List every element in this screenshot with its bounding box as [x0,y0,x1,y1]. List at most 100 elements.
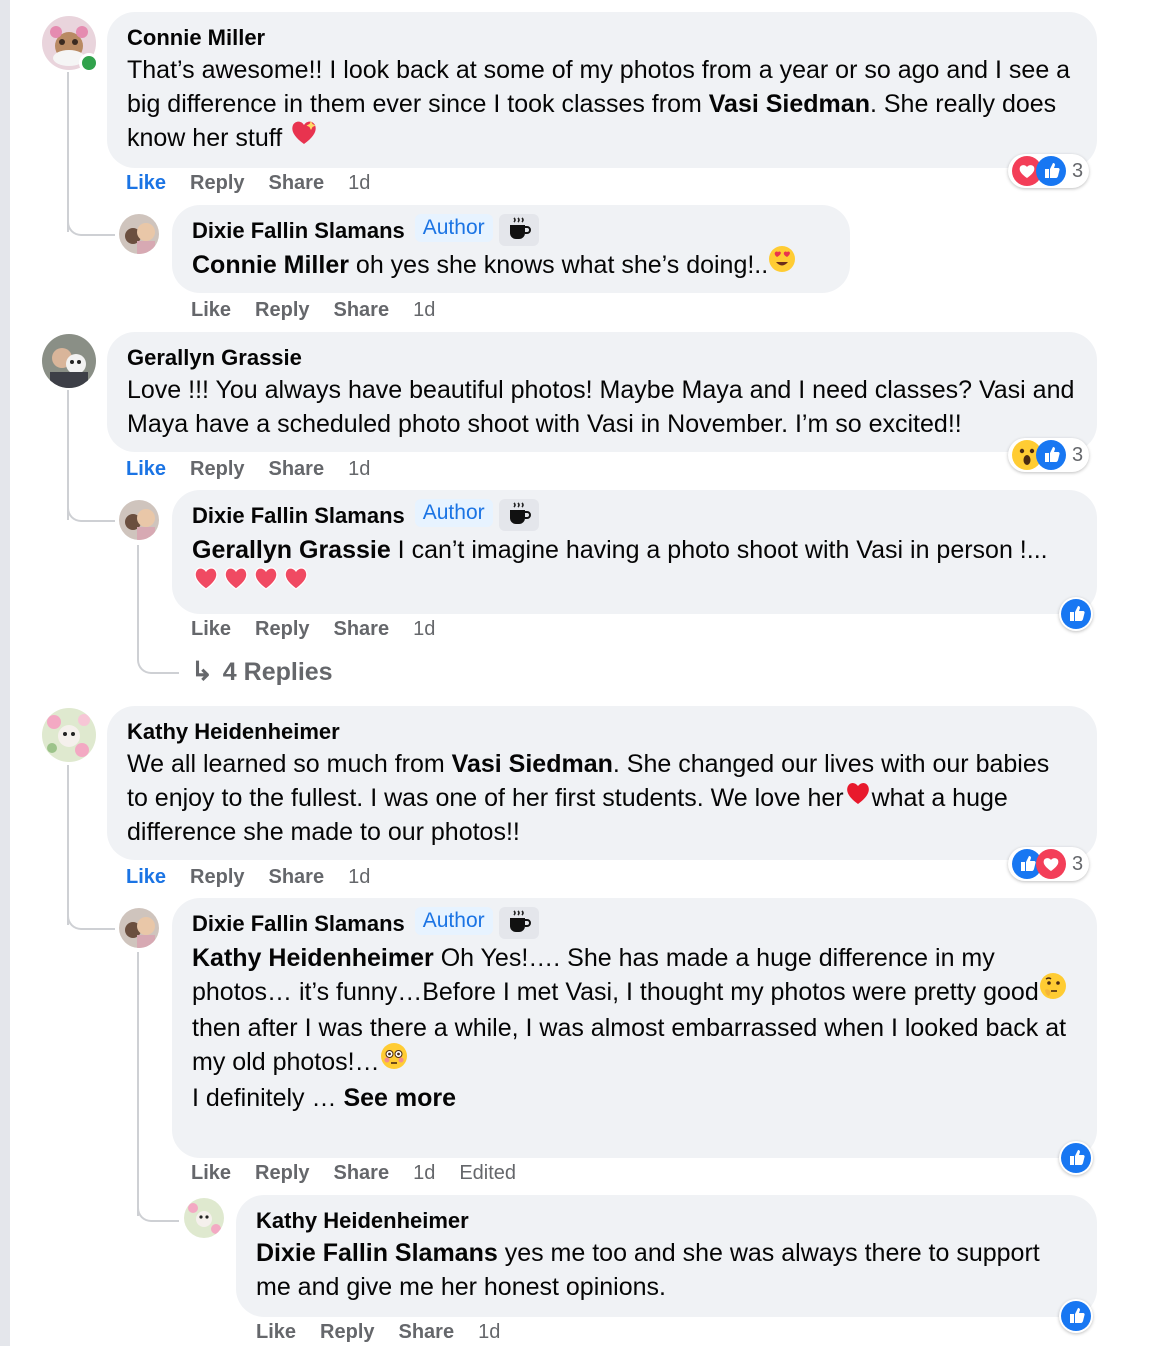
reaction-summary[interactable] [1059,597,1093,631]
mention-link[interactable]: Connie Miller [192,251,349,279]
comment-text: Kathy Heidenheimer Oh Yes!…. She has mad… [192,941,1077,1009]
comment-text: Gerallyn Grassie I can’t imagine having … [192,533,1077,601]
comment-text: Dixie Fallin Slamans yes me too and she … [256,1236,1077,1304]
reply-arrow-icon: ↳ [191,656,213,686]
like-button[interactable]: Like [126,172,166,195]
reply-button[interactable]: Reply [190,866,244,889]
timestamp[interactable]: 1d [348,458,370,481]
avatar[interactable] [42,708,96,762]
sparkling-heart-icon [289,117,319,156]
heart-eyes-icon [768,245,796,282]
commenter-name[interactable]: Kathy Heidenheimer [256,1208,469,1234]
share-button[interactable]: Share [269,172,325,195]
like-button[interactable]: Like [191,299,231,322]
reply-bubble: Kathy Heidenheimer Dixie Fallin Slamans … [236,1195,1097,1317]
thread-curve [67,904,115,930]
thread-curve [137,648,179,674]
timestamp[interactable]: 1d [348,172,370,195]
timestamp[interactable]: 1d [348,866,370,889]
comment-bubble: Gerallyn Grassie Love !!! You always hav… [107,332,1097,452]
reply-button[interactable]: Reply [255,1162,309,1185]
thread-line [67,765,69,925]
left-edge-bar [0,0,10,1346]
commenter-name[interactable]: Connie Miller [127,25,265,51]
comment-actions: Like Reply Share 1d [191,618,459,641]
comment-text-part: then after I was there a while, I was al… [192,1014,1067,1076]
timestamp[interactable]: 1d [413,299,435,322]
reply-button[interactable]: Reply [255,618,309,641]
commenter-name[interactable]: Dixie Fallin Slamans [192,503,405,529]
comment-actions: Like Reply Share 1d [126,458,394,481]
comment-text-part: I definitely … [192,1084,344,1112]
like-button[interactable]: Like [256,1321,296,1344]
comment-actions: Like Reply Share 1d [126,866,394,889]
like-reaction-icon [1061,1143,1091,1173]
mention-link[interactable]: Dixie Fallin Slamans [256,1239,498,1267]
like-button[interactable]: Like [126,866,166,889]
mention-link[interactable]: Vasi Siedman [709,90,870,118]
thinking-face-icon [1039,972,1067,1009]
comment-bubble: Kathy Heidenheimer We all learned so muc… [107,706,1097,860]
reaction-summary[interactable] [1059,1141,1093,1175]
thread-line [137,952,139,1216]
reaction-count: 3 [1072,443,1084,466]
commenter-name[interactable]: Dixie Fallin Slamans [192,218,405,244]
reaction-summary[interactable] [1059,1299,1093,1333]
like-reaction-icon [1061,1301,1091,1331]
avatar[interactable] [119,908,159,948]
timestamp[interactable]: 1d [478,1321,500,1344]
comment-text: We all learned so much from Vasi Siedman… [127,747,1077,849]
view-replies-link[interactable]: ↳ 4 Replies [191,656,333,687]
comment-actions: Like Reply Share 1d [126,172,394,195]
red-heart-icon [844,778,872,815]
avatar[interactable] [119,500,159,540]
thread-line [137,545,139,655]
share-button[interactable]: Share [334,299,390,322]
thread-curve [137,1196,179,1222]
see-more-link[interactable]: See more [343,1084,456,1112]
like-button[interactable]: Like [191,618,231,641]
comment-text: Love !!! You always have beautiful photo… [127,376,1075,438]
avatar[interactable] [119,214,159,254]
commenter-name[interactable]: Dixie Fallin Slamans [192,911,405,937]
timestamp[interactable]: 1d [413,1162,435,1185]
reaction-summary[interactable]: 3 [1008,438,1090,472]
reaction-summary[interactable]: 3 [1008,154,1090,188]
avatar[interactable] [184,1198,224,1238]
share-button[interactable]: Share [334,1162,390,1185]
like-button[interactable]: Like [126,458,166,481]
like-reaction-icon [1036,440,1066,470]
avatar-image [119,214,159,254]
author-badge: Author [414,214,493,242]
reaction-summary[interactable]: 3 [1008,847,1090,881]
share-button[interactable]: Share [399,1321,455,1344]
comment-bubble: Connie Miller That’s awesome!! I look ba… [107,12,1097,168]
coffee-cup-icon [498,499,539,531]
heart-icons [192,564,314,601]
reply-bubble: Dixie Fallin Slamans Author Connie Miller… [172,205,850,293]
timestamp[interactable]: 1d [413,618,435,641]
commenter-name[interactable]: Gerallyn Grassie [127,345,302,371]
mention-link[interactable]: Vasi Siedman [452,750,613,778]
reply-button[interactable]: Reply [255,299,309,322]
comment-text-part: oh yes she knows what she’s doing!.. [348,251,769,279]
reply-button[interactable]: Reply [190,458,244,481]
share-button[interactable]: Share [334,618,390,641]
share-button[interactable]: Share [269,458,325,481]
avatar-image [42,708,96,762]
reply-button[interactable]: Reply [190,172,244,195]
replies-count: 4 Replies [222,658,333,686]
reaction-count: 3 [1072,159,1084,182]
reply-button[interactable]: Reply [320,1321,374,1344]
commenter-name[interactable]: Kathy Heidenheimer [127,719,340,745]
share-button[interactable]: Share [269,866,325,889]
avatar-image [119,908,159,948]
like-button[interactable]: Like [191,1162,231,1185]
author-badge: Author [414,499,493,527]
comment-text: That’s awesome!! I look back at some of … [127,53,1077,156]
mention-link[interactable]: Kathy Heidenheimer [192,944,434,972]
avatar[interactable] [42,334,96,388]
reaction-count: 3 [1072,852,1084,875]
mention-link[interactable]: Gerallyn Grassie [192,536,391,564]
like-reaction-icon [1036,156,1066,186]
